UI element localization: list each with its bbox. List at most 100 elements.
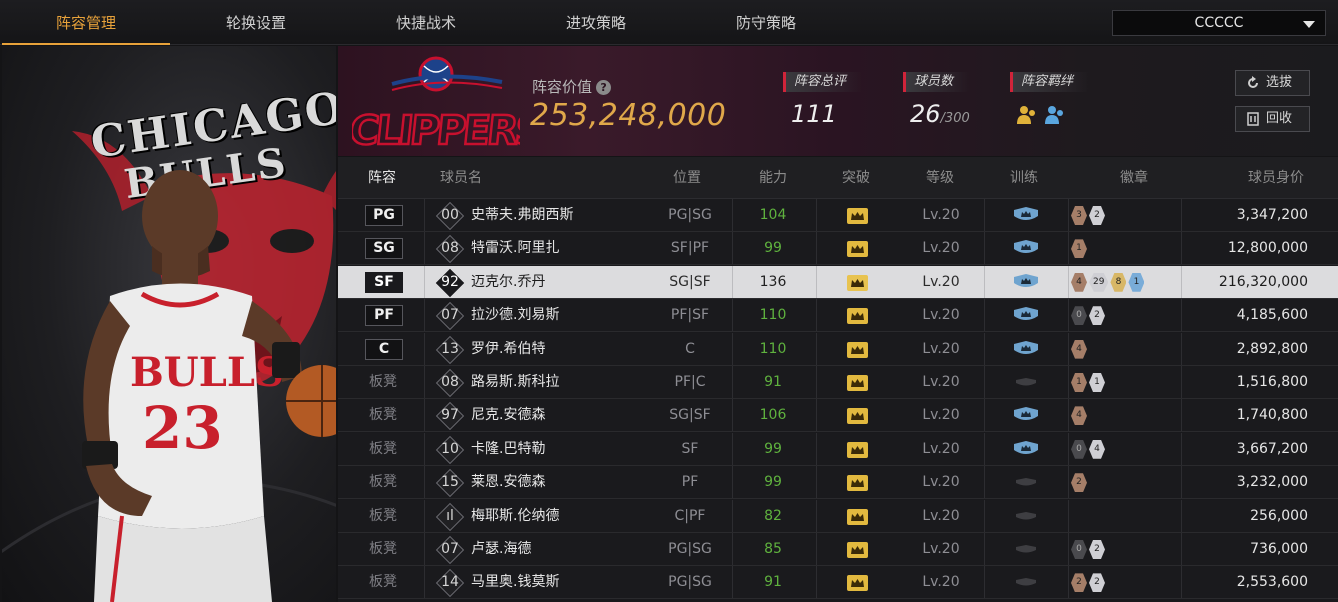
training-shield-icon[interactable] — [1013, 508, 1039, 525]
training-shield-icon[interactable] — [1013, 541, 1039, 558]
tab-offense-strategy[interactable]: 进攻策略 — [512, 0, 680, 45]
badge-hexagon-icon[interactable]: 1 — [1071, 373, 1087, 392]
player-name[interactable]: 迈克尔.乔丹 — [471, 266, 545, 299]
table-row[interactable]: 板凳 07 卢瑟.海德 PG|SG 85 Lv.20 0 2 736,000 — [338, 533, 1338, 566]
badge-hexagon-icon[interactable]: 2 — [1089, 206, 1105, 225]
column-divider — [984, 432, 985, 465]
bond-players-icon[interactable] — [1014, 104, 1074, 128]
training-shield-icon[interactable] — [1013, 474, 1039, 491]
player-name[interactable]: 莱恩.安德森 — [471, 466, 545, 499]
badge-hexagon-icon[interactable]: 4 — [1071, 339, 1087, 359]
player-name[interactable]: 卡隆.巴特勒 — [471, 433, 545, 466]
tab-rotation-settings[interactable]: 轮换设置 — [172, 0, 340, 45]
badge-hexagon-icon[interactable]: 2 — [1089, 306, 1105, 326]
training-shield-icon[interactable] — [1013, 407, 1039, 424]
badge-hexagon-icon[interactable]: 2 — [1071, 573, 1087, 593]
slot-position-badge[interactable]: PG — [365, 205, 403, 226]
table-row[interactable]: 板凳 ıl 梅耶斯.伦纳德 C|PF 82 Lv.20 256,000 — [338, 499, 1338, 533]
trash-icon — [1247, 112, 1259, 126]
col-player-value[interactable]: 球员身价 — [1248, 157, 1304, 199]
breakthrough-crown-icon[interactable] — [847, 475, 868, 492]
select-draft-button[interactable]: 选拔 — [1235, 70, 1310, 96]
training-shield-icon[interactable] — [1013, 207, 1039, 224]
badge-hexagon-icon[interactable]: 0 — [1071, 540, 1087, 559]
player-name[interactable]: 拉沙德.刘易斯 — [471, 299, 559, 332]
table-row[interactable]: 板凳 10 卡隆.巴特勒 SF 99 Lv.20 0 4 3,667,200 — [338, 432, 1338, 466]
table-row[interactable]: 板凳 08 路易斯.斯科拉 PF|C 91 Lv.20 1 1 1,516,800 — [338, 366, 1338, 399]
training-shield-icon[interactable] — [1013, 307, 1039, 324]
breakthrough-crown-icon[interactable] — [847, 508, 868, 525]
table-row[interactable]: SG 08 特雷沃.阿里扎 SF|PF 99 Lv.20 1 12,800,000 — [338, 232, 1338, 266]
help-icon[interactable]: ? — [596, 80, 612, 95]
badge-hexagon-icon[interactable]: 29 — [1089, 272, 1109, 292]
player-name[interactable]: 路易斯.斯科拉 — [471, 366, 559, 399]
column-divider — [816, 199, 817, 231]
player-name[interactable]: 特雷沃.阿里扎 — [471, 232, 559, 265]
tab-defense-strategy[interactable]: 防守策略 — [682, 0, 850, 45]
training-shield-icon[interactable] — [1013, 273, 1039, 291]
tab-quick-tactics[interactable]: 快捷战术 — [342, 0, 510, 45]
col-position[interactable]: 位置 — [673, 157, 701, 199]
column-divider — [1181, 466, 1182, 499]
col-player-name[interactable]: 球员名 — [440, 157, 482, 199]
badge-hexagon-icon[interactable]: 8 — [1110, 272, 1127, 292]
recycle-button[interactable]: 回收 — [1235, 106, 1310, 132]
badge-hexagon-icon[interactable]: 1 — [1128, 272, 1145, 292]
badge-hexagon-icon[interactable]: 0 — [1071, 439, 1087, 459]
badge-hexagon-icon[interactable]: 0 — [1071, 306, 1087, 326]
table-row[interactable]: PF 07 拉沙德.刘易斯 PF|SF 110 Lv.20 0 2 4,185,600 — [338, 299, 1338, 333]
breakthrough-crown-icon[interactable] — [847, 341, 868, 358]
breakthrough-crown-icon[interactable] — [847, 575, 868, 592]
table-row[interactable]: C 13 罗伊.希伯特 C 110 Lv.20 4 2,892,800 — [338, 332, 1338, 366]
col-breakthrough[interactable]: 突破 — [842, 157, 870, 199]
badge-hexagon-icon[interactable]: 2 — [1071, 473, 1087, 493]
breakthrough-crown-icon[interactable] — [847, 375, 868, 391]
breakthrough-crown-icon[interactable] — [847, 308, 868, 325]
badge-list: 02 — [1071, 540, 1107, 560]
player-name[interactable]: 罗伊.希伯特 — [471, 333, 545, 366]
training-shield-icon[interactable] — [1013, 240, 1039, 257]
badge-hexagon-icon[interactable]: 3 — [1071, 206, 1087, 225]
player-value: 3,347,200 — [1236, 207, 1308, 223]
col-lineup[interactable]: 阵容 — [368, 157, 396, 199]
table-row[interactable]: 板凳 14 马里奥.钱莫斯 PG|SG 91 Lv.20 2 2 2,553,600 — [338, 566, 1338, 600]
col-badges[interactable]: 徽章 — [1120, 157, 1148, 199]
player-name[interactable]: 梅耶斯.伦纳德 — [471, 500, 559, 533]
col-ability[interactable]: 能力 — [759, 157, 787, 199]
badge-hexagon-icon[interactable]: 1 — [1089, 373, 1105, 392]
breakthrough-crown-icon[interactable] — [847, 208, 868, 224]
player-name[interactable]: 尼克.安德森 — [471, 399, 545, 432]
table-row[interactable]: 板凳 97 尼克.安德森 SG|SF 106 Lv.20 4 1,740,800 — [338, 399, 1338, 433]
player-level: Lv.20 — [922, 440, 960, 457]
training-shield-icon[interactable] — [1013, 574, 1039, 591]
table-row[interactable]: 板凳 15 莱恩.安德森 PF 99 Lv.20 2 3,232,000 — [338, 466, 1338, 500]
col-training[interactable]: 训练 — [1010, 157, 1038, 199]
player-name[interactable]: 卢瑟.海德 — [471, 533, 531, 566]
table-row[interactable]: SF 92 迈克尔.乔丹 SG|SF 136 Lv.20 4 29 8 1 216,320,000 — [338, 265, 1338, 299]
badge-hexagon-icon[interactable]: 2 — [1089, 540, 1105, 559]
slot-position-badge[interactable]: SF — [365, 271, 403, 293]
slot-position-badge[interactable]: PF — [365, 305, 403, 327]
col-level[interactable]: 等级 — [926, 157, 954, 199]
breakthrough-crown-icon[interactable] — [847, 241, 868, 258]
training-shield-icon[interactable] — [1013, 340, 1039, 358]
player-count-value: 26/300 — [910, 100, 970, 128]
badge-hexagon-icon[interactable]: 1 — [1071, 239, 1087, 259]
training-shield-icon[interactable] — [1013, 440, 1039, 458]
badge-hexagon-icon[interactable]: 4 — [1089, 439, 1105, 459]
player-name[interactable]: 马里奥.钱莫斯 — [471, 566, 559, 599]
slot-position-badge[interactable]: SG — [365, 238, 403, 260]
badge-hexagon-icon[interactable]: 2 — [1089, 573, 1105, 593]
tab-lineup-management[interactable]: 阵容管理 — [2, 0, 170, 45]
training-shield-icon[interactable] — [1013, 374, 1039, 391]
breakthrough-crown-icon[interactable] — [847, 274, 868, 291]
player-name[interactable]: 史蒂夫.弗朗西斯 — [471, 199, 573, 232]
team-select-dropdown[interactable]: CCCCC — [1112, 10, 1326, 36]
badge-hexagon-icon[interactable]: 4 — [1071, 272, 1087, 292]
table-row[interactable]: PG 00 史蒂夫.弗朗西斯 PG|SG 104 Lv.20 3 2 3,347,200 — [338, 199, 1338, 232]
slot-position-badge[interactable]: C — [365, 338, 403, 360]
breakthrough-crown-icon[interactable] — [847, 542, 868, 558]
breakthrough-crown-icon[interactable] — [847, 408, 868, 425]
breakthrough-crown-icon[interactable] — [847, 441, 868, 458]
badge-hexagon-icon[interactable]: 4 — [1071, 406, 1087, 426]
